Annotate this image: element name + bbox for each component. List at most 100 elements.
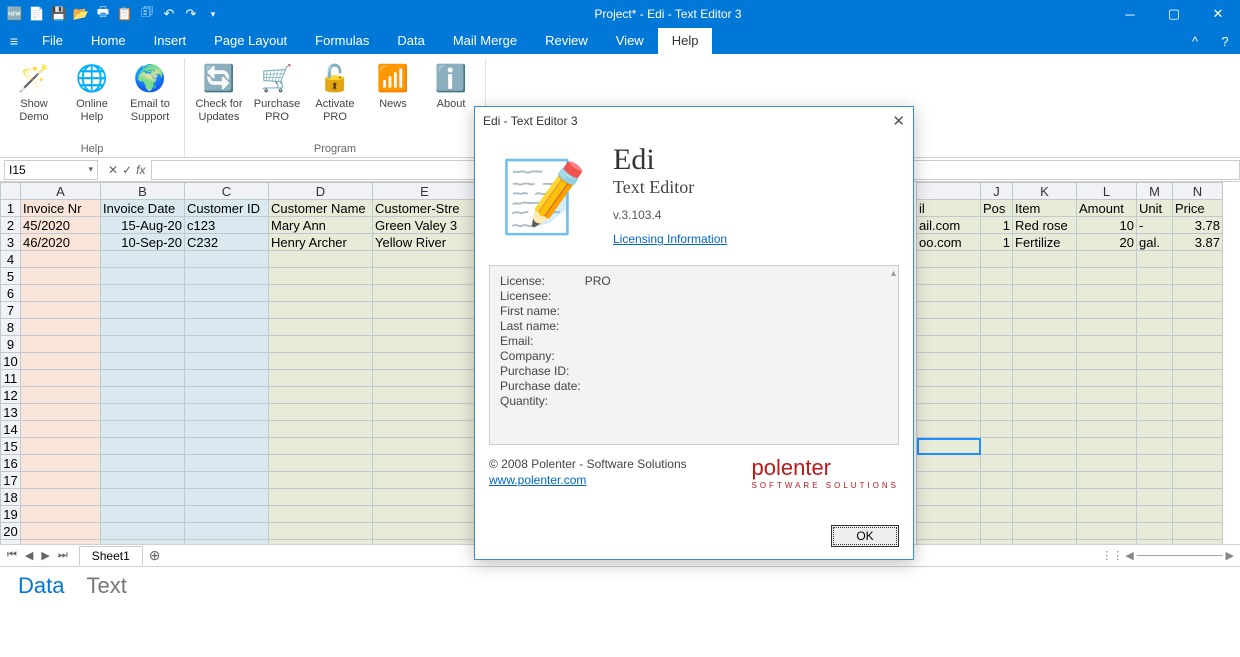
- cell-C8[interactable]: [185, 319, 269, 336]
- cell-B10[interactable]: [101, 353, 185, 370]
- row-header-13[interactable]: 13: [1, 404, 21, 421]
- cell-N17[interactable]: [1173, 472, 1223, 489]
- cell-A4[interactable]: [21, 251, 101, 268]
- cell-J2[interactable]: 1: [981, 217, 1013, 234]
- cell-B12[interactable]: [101, 387, 185, 404]
- new-icon[interactable]: 🆕: [6, 5, 24, 23]
- cell-B19[interactable]: [101, 506, 185, 523]
- cell-E18[interactable]: [373, 489, 477, 506]
- cell-B17[interactable]: [101, 472, 185, 489]
- cell-B8[interactable]: [101, 319, 185, 336]
- app-menu-icon[interactable]: ≡: [0, 33, 28, 49]
- cell-E17[interactable]: [373, 472, 477, 489]
- cell-E8[interactable]: [373, 319, 477, 336]
- cell-B14[interactable]: [101, 421, 185, 438]
- col-header-A[interactable]: A: [21, 183, 101, 200]
- cell-K16[interactable]: [1013, 455, 1077, 472]
- menu-item-data[interactable]: Data: [383, 28, 438, 54]
- menu-item-mail-merge[interactable]: Mail Merge: [439, 28, 531, 54]
- cell-N6[interactable]: [1173, 285, 1223, 302]
- cell-M20[interactable]: [1137, 523, 1173, 540]
- cell-K15[interactable]: [1013, 438, 1077, 455]
- row-header-12[interactable]: 12: [1, 387, 21, 404]
- row-header-9[interactable]: 9: [1, 336, 21, 353]
- cell-C19[interactable]: [185, 506, 269, 523]
- cell-il15[interactable]: [917, 438, 981, 455]
- cell-E15[interactable]: [373, 438, 477, 455]
- cell-K13[interactable]: [1013, 404, 1077, 421]
- tab-nav-prev-icon[interactable]: ◀: [22, 549, 36, 562]
- footer-tab-data[interactable]: Data: [18, 573, 64, 599]
- cell-M5[interactable]: [1137, 268, 1173, 285]
- cell-A7[interactable]: [21, 302, 101, 319]
- cell-C5[interactable]: [185, 268, 269, 285]
- cell-K11[interactable]: [1013, 370, 1077, 387]
- menu-item-insert[interactable]: Insert: [140, 28, 201, 54]
- cell-L19[interactable]: [1077, 506, 1137, 523]
- chevron-down-icon[interactable]: ▾: [88, 164, 93, 175]
- cell-A3[interactable]: 46/2020: [21, 234, 101, 251]
- cell-M2[interactable]: -: [1137, 217, 1173, 234]
- cell-N1[interactable]: Price: [1173, 200, 1223, 217]
- cell-N2[interactable]: 3.78: [1173, 217, 1223, 234]
- cell-M13[interactable]: [1137, 404, 1173, 421]
- cell-M10[interactable]: [1137, 353, 1173, 370]
- cell-E16[interactable]: [373, 455, 477, 472]
- cell-K14[interactable]: [1013, 421, 1077, 438]
- cell-D2[interactable]: Mary Ann: [269, 217, 373, 234]
- cell-K2[interactable]: Red rose: [1013, 217, 1077, 234]
- cell-B13[interactable]: [101, 404, 185, 421]
- cell-L4[interactable]: [1077, 251, 1137, 268]
- cell-A14[interactable]: [21, 421, 101, 438]
- cell-K9[interactable]: [1013, 336, 1077, 353]
- cell-D4[interactable]: [269, 251, 373, 268]
- cell-E10[interactable]: [373, 353, 477, 370]
- menu-item-file[interactable]: File: [28, 28, 77, 54]
- cell-L16[interactable]: [1077, 455, 1137, 472]
- cell-J21[interactable]: [981, 540, 1013, 546]
- cell-D16[interactable]: [269, 455, 373, 472]
- row-header-1[interactable]: 1: [1, 200, 21, 217]
- cell-M6[interactable]: [1137, 285, 1173, 302]
- cell-B15[interactable]: [101, 438, 185, 455]
- cell-E7[interactable]: [373, 302, 477, 319]
- cell-M1[interactable]: Unit: [1137, 200, 1173, 217]
- cell-A9[interactable]: [21, 336, 101, 353]
- cell-A13[interactable]: [21, 404, 101, 421]
- cell-B16[interactable]: [101, 455, 185, 472]
- row-header-6[interactable]: 6: [1, 285, 21, 302]
- col-header-N[interactable]: N: [1173, 183, 1223, 200]
- cell-B5[interactable]: [101, 268, 185, 285]
- cell-D20[interactable]: [269, 523, 373, 540]
- cancel-fx-icon[interactable]: ✕: [108, 163, 118, 177]
- cell-M18[interactable]: [1137, 489, 1173, 506]
- cell-E20[interactable]: [373, 523, 477, 540]
- cell-B6[interactable]: [101, 285, 185, 302]
- cell-J16[interactable]: [981, 455, 1013, 472]
- cell-L7[interactable]: [1077, 302, 1137, 319]
- cell-N21[interactable]: [1173, 540, 1223, 546]
- row-header-10[interactable]: 10: [1, 353, 21, 370]
- cell-il16[interactable]: [917, 455, 981, 472]
- cell-K8[interactable]: [1013, 319, 1077, 336]
- cell-D11[interactable]: [269, 370, 373, 387]
- cell-L1[interactable]: Amount: [1077, 200, 1137, 217]
- cell-A1[interactable]: Invoice Nr: [21, 200, 101, 217]
- row-header-15[interactable]: 15: [1, 438, 21, 455]
- cell-J14[interactable]: [981, 421, 1013, 438]
- ok-button[interactable]: OK: [831, 525, 899, 547]
- cell-D1[interactable]: Customer Name: [269, 200, 373, 217]
- cell-il6[interactable]: [917, 285, 981, 302]
- cell-J1[interactable]: Pos: [981, 200, 1013, 217]
- cell-M9[interactable]: [1137, 336, 1173, 353]
- cell-D5[interactable]: [269, 268, 373, 285]
- cell-E6[interactable]: [373, 285, 477, 302]
- cell-K5[interactable]: [1013, 268, 1077, 285]
- row-header-3[interactable]: 3: [1, 234, 21, 251]
- cell-N20[interactable]: [1173, 523, 1223, 540]
- cell-L12[interactable]: [1077, 387, 1137, 404]
- cell-C10[interactable]: [185, 353, 269, 370]
- cell-il8[interactable]: [917, 319, 981, 336]
- cell-D9[interactable]: [269, 336, 373, 353]
- cell-N14[interactable]: [1173, 421, 1223, 438]
